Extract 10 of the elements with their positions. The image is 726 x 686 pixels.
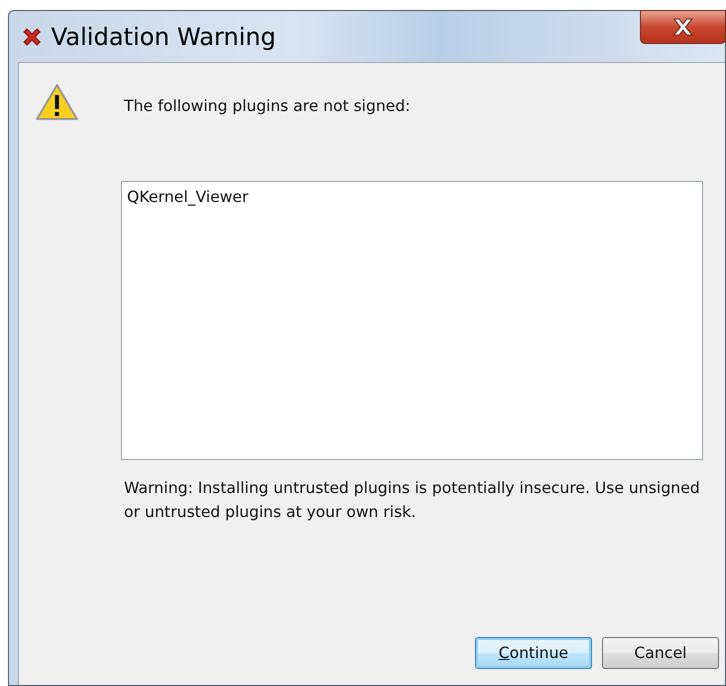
dialog-button[interactable]: Continue [475, 637, 592, 669]
error-icon [21, 26, 43, 48]
warning-text: Warning: Installing untrusted plugins is potentially insecure. Use unsigned or untrusted plugins at your own risk. [124, 478, 701, 523]
warning-icon [35, 83, 79, 121]
dialog-button[interactable]: Cancel [602, 637, 719, 669]
close-icon [671, 17, 695, 37]
plugin-item[interactable]: QKernel_Viewer [127, 188, 248, 206]
close-button[interactable] [640, 10, 726, 44]
window-title: Validation Warning [51, 22, 276, 50]
message-text: The following plugins are not signed: [124, 97, 410, 115]
